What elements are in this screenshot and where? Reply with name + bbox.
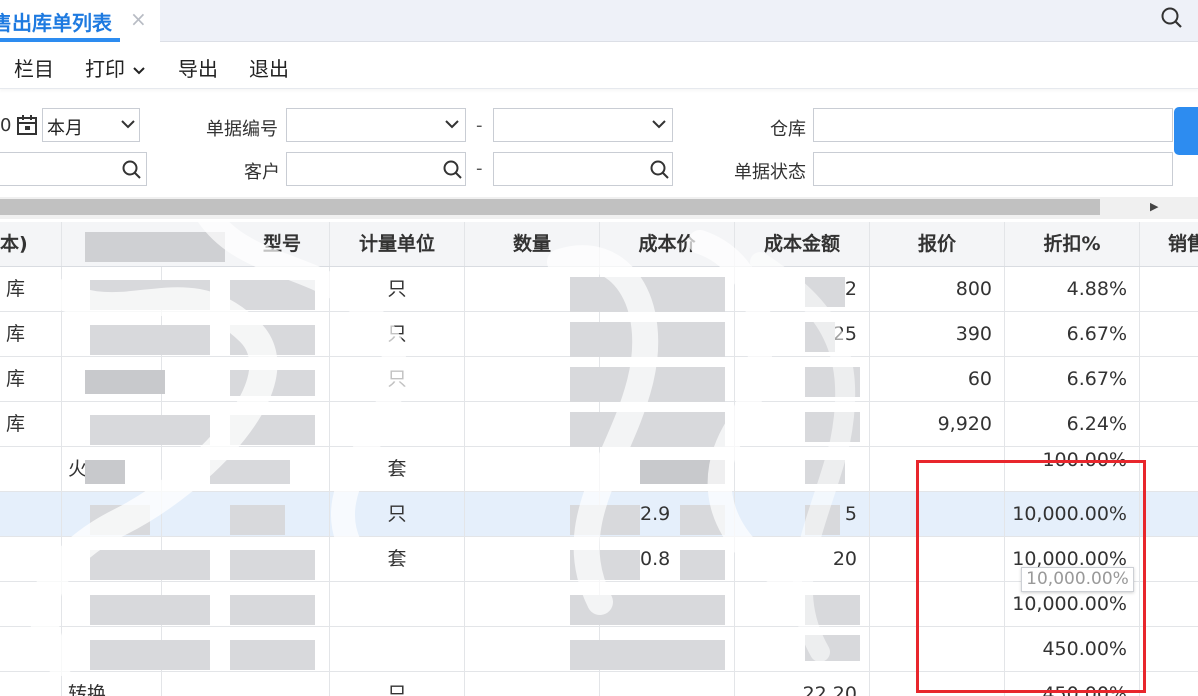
period-value: 本月 (47, 118, 83, 139)
tab-bar: 售出库单列表 × (0, 0, 1198, 42)
date-field-tail[interactable]: 0 (0, 115, 11, 136)
doc-no-from-select[interactable] (286, 108, 466, 142)
scroll-right-icon[interactable]: ▶ (1150, 200, 1158, 213)
doc-status-input[interactable] (813, 152, 1173, 186)
warehouse-label: 仓库 (770, 119, 806, 140)
query-button[interactable] (1174, 107, 1198, 155)
exit-button[interactable]: 退出 (249, 53, 289, 82)
customer-label: 客户 (244, 162, 280, 183)
tab-title: 售出库单列表 (0, 11, 112, 35)
range-separator: - (476, 115, 483, 136)
scrollbar-thumb[interactable] (0, 199, 1100, 215)
tab-active-indicator (0, 38, 120, 42)
doc-no-to-select[interactable] (493, 108, 673, 142)
horizontal-scrollbar[interactable]: ▶ (0, 197, 1198, 219)
customer-to-input[interactable] (493, 152, 673, 186)
close-icon[interactable]: × (130, 7, 147, 31)
search-icon[interactable] (121, 159, 143, 181)
search-icon[interactable] (442, 159, 464, 181)
print-label: 打印 (85, 57, 125, 81)
print-button[interactable]: 打印 (85, 53, 146, 82)
customer-from-input[interactable] (286, 152, 466, 186)
search-icon[interactable] (649, 159, 671, 181)
chevron-down-icon (445, 120, 459, 129)
chevron-down-icon (652, 120, 666, 129)
doc-status-label: 单据状态 (734, 162, 806, 183)
period-select[interactable]: 本月 (42, 108, 140, 142)
columns-button[interactable]: 栏目 (14, 53, 54, 82)
doc-no-label: 单据编号 (206, 119, 278, 140)
range-separator: - (476, 158, 483, 179)
warehouse-input[interactable] (813, 108, 1173, 142)
toolbar: 栏目 打印 导出 退出 (0, 43, 1198, 89)
calendar-icon[interactable] (16, 114, 38, 136)
search-field-left[interactable] (0, 152, 147, 186)
chevron-down-icon (133, 66, 146, 74)
search-icon[interactable] (1159, 5, 1185, 31)
tab-outbound-list[interactable]: 售出库单列表 × (0, 0, 160, 42)
export-button[interactable]: 导出 (178, 53, 218, 82)
cell-tooltip: 10,000.00% (1021, 567, 1134, 592)
chevron-down-icon (121, 120, 135, 129)
